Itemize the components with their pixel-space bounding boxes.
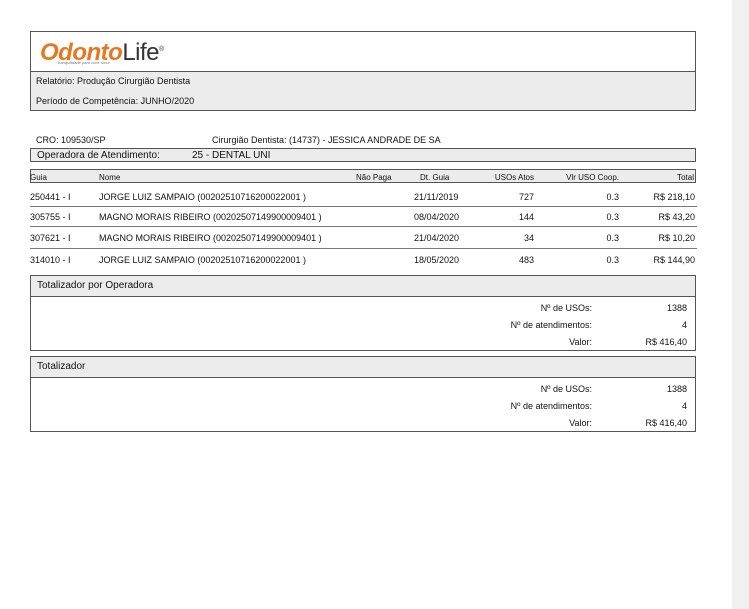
grand-valor-value: R$ 416,40 [645, 418, 687, 428]
vertical-scrollbar[interactable] [732, 0, 749, 609]
row-usos: 34 [523, 233, 534, 243]
col-nome: Nome [99, 173, 121, 182]
logo-tagline: tranquilidade para você sorrir [58, 60, 110, 65]
row-guia: 250441 - I [30, 192, 71, 202]
row-total: R$ 218,10 [653, 192, 695, 202]
operator-usos-value: 1388 [666, 303, 687, 313]
grand-totalizer-title: Totalizador [37, 361, 86, 372]
row-vlr: 0.3 [606, 192, 619, 202]
operator-label: Operadora de Atendimento: [37, 150, 160, 161]
grand-usos-value: 1388 [666, 384, 687, 394]
grand-valor-label: Valor: [569, 418, 592, 428]
odontolife-logo: OdontoLife® tranquilidade para você sorr… [40, 39, 164, 66]
row-guia: 307621 - I [30, 233, 71, 243]
row-total: R$ 43,20 [658, 212, 695, 222]
col-vlr-uso: Vlr USO Coop. [566, 173, 619, 182]
row-usos: 727 [518, 192, 534, 202]
row-total: R$ 144,90 [653, 255, 695, 265]
row-dt-guia: 18/05/2020 [414, 255, 460, 265]
row-guia: 314010 - I [30, 255, 71, 265]
row-total: R$ 10,20 [658, 233, 695, 243]
report-period: Período de Competência: JUNHO/2020 [36, 96, 195, 106]
col-dt-guia: Dt. Guia [420, 173, 450, 182]
grand-atend-value: 4 [681, 401, 687, 411]
row-guia: 305755 - I [30, 212, 71, 222]
row-dt-guia: 21/04/2020 [414, 233, 460, 243]
col-total: Total [677, 173, 694, 182]
col-guia: Guia [30, 173, 47, 182]
report-title: Relatório: Produção Cirurgião Dentista [36, 76, 191, 86]
operator-usos-label: Nº de USOs: [540, 303, 592, 313]
row-dt-guia: 21/11/2019 [414, 192, 459, 202]
operator-atend-label: Nº de atendimentos: [510, 320, 592, 330]
operator-atend-value: 4 [681, 320, 687, 330]
row-nome: MAGNO MORAIS RIBEIRO (002025071499000094… [99, 233, 322, 243]
cro-number: CRO: 109530/SP [36, 135, 106, 145]
row-vlr: 0.3 [606, 255, 619, 265]
row-usos: 144 [518, 212, 534, 222]
operator-name: 25 - DENTAL UNI [192, 150, 271, 161]
row-nome: JORGE LUIZ SAMPAIO (00202510716200022001… [99, 255, 306, 265]
operator-valor-label: Valor: [569, 337, 592, 347]
grand-usos-label: Nº de USOs: [540, 384, 592, 394]
report-page: OdontoLife® tranquilidade para você sorr… [0, 0, 732, 609]
operator-totalizer-title: Totalizador por Operadora [37, 280, 154, 291]
row-usos: 483 [518, 255, 534, 265]
row-nome: MAGNO MORAIS RIBEIRO (002025071499000094… [99, 212, 322, 222]
row-vlr: 0.3 [606, 212, 619, 222]
col-usos-atos: USOs Atos [494, 173, 534, 182]
row-vlr: 0.3 [606, 233, 619, 243]
col-nao-paga: Não Paga [356, 173, 392, 182]
row-nome: JORGE LUIZ SAMPAIO (00202510716200022001… [99, 192, 306, 202]
row-dt-guia: 08/04/2020 [414, 212, 460, 222]
grand-totalizer [30, 356, 696, 432]
grand-atend-label: Nº de atendimentos: [510, 401, 592, 411]
dentist-name: Cirurgião Dentista: (14737) - JESSICA AN… [212, 135, 441, 145]
operator-valor-value: R$ 416,40 [645, 337, 687, 347]
